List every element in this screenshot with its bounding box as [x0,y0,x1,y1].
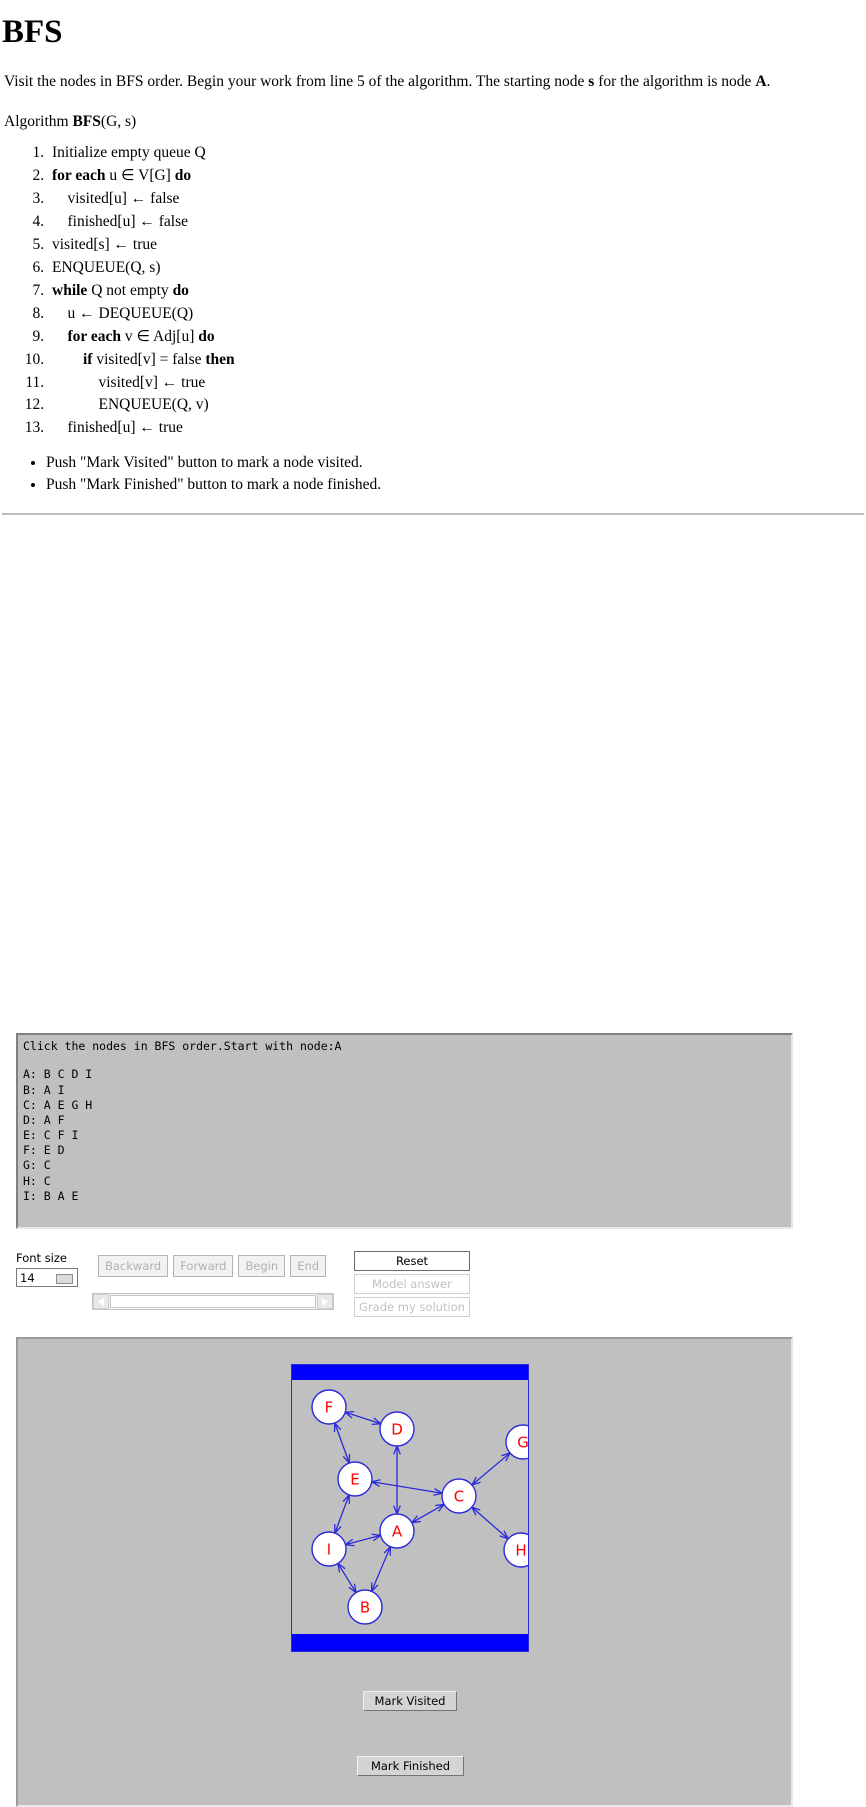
algorithm-name: BFS [72,113,101,130]
node-label: H [515,1542,526,1560]
node-label: C [454,1488,464,1506]
graph-node-F[interactable]: F [311,1389,347,1425]
algorithm-line: visited[s] ← true [48,235,866,255]
graph-edge [344,1411,382,1425]
status-header-text: Click the nodes in BFS order.Start with … [23,1039,342,1054]
nav-button-backward[interactable]: Backward [98,1255,169,1278]
node-label: B [360,1599,370,1617]
graph-edge [334,1494,350,1534]
nav-button-begin[interactable]: Begin [238,1255,286,1278]
node-label: A [392,1523,403,1541]
action-button-grade-my-solution[interactable]: Grade my solution [354,1297,470,1318]
algorithm-line: while Q not empty do [48,281,866,301]
graph-edge [334,1422,350,1464]
edge-arrowhead [348,1583,357,1595]
graph-node-B[interactable]: B [347,1589,383,1625]
action-button-reset[interactable]: Reset [354,1251,470,1272]
graph-node-E[interactable]: E [337,1461,373,1497]
algorithm-line: for each v ∈ Adj[u] do [48,327,866,347]
canvas-bottom-bar [292,1634,528,1652]
font-size-control: Font size 14 [16,1251,106,1288]
scrollbar-track[interactable] [110,1295,316,1309]
node-label: E [350,1471,359,1489]
graph-edge [337,1563,357,1594]
mark-finished-button[interactable]: Mark Finished [357,1756,464,1777]
instruction-note: Push "Mark Visited" button to mark a nod… [46,453,866,473]
algorithm-line: ENQUEUE(Q, v) [48,395,866,415]
scroll-right-arrow-icon[interactable] [317,1294,333,1310]
intro-part-1: Visit the nodes in BFS order. Begin your… [4,73,589,90]
algorithm-line: Initialize empty queue Q [48,143,866,163]
controls-row: Font size 14 Backward Forward Begin End Res… [0,1247,866,1327]
graph-panel: F D E G C H A I B Mark Visited Mark Finished [16,1337,793,1807]
font-size-select[interactable]: 14 [16,1268,78,1288]
adjacency-row: F: E D [23,1143,65,1158]
instruction-notes: Push "Mark Visited" button to mark a nod… [0,453,866,495]
adjacency-row: E: C F I [23,1128,79,1143]
start-node-name: A [755,73,767,90]
page-title: BFS [2,14,63,50]
nav-button-end[interactable]: End [290,1255,327,1278]
node-label: G [517,1434,528,1452]
graph-node-A[interactable]: A [379,1513,415,1549]
font-size-value: 14 [20,1270,35,1285]
algorithm-line: if visited[v] = false then [48,350,866,370]
dropdown-knob-icon[interactable] [56,1274,73,1285]
algorithm-line: for each u ∈ V[G] do [48,166,866,186]
animation-scrollbar[interactable] [92,1293,334,1311]
algorithm-line: finished[u] ← false [48,212,866,232]
bfs-exercise-page: BFS Visit the nodes in BFS order. Begin … [0,14,866,1807]
graph-edge [371,1481,443,1495]
algorithm-args: (G, s) [100,113,137,130]
edge-arrowhead [435,1503,446,1512]
mark-visited-button[interactable]: Mark Visited [363,1691,457,1712]
adjacency-row: G: C [23,1158,51,1173]
graph-edge [370,1546,392,1592]
graph-canvas[interactable]: F D E G C H A I B [291,1364,529,1653]
graph-edge [471,1452,511,1486]
node-label: I [327,1541,331,1559]
font-size-label: Font size [16,1251,67,1266]
adjacency-row: I: B A E [23,1188,79,1203]
action-button-model-answer[interactable]: Model answer [354,1274,470,1295]
algorithm-line: finished[u] ← true [48,418,866,438]
algorithm-line: u ← DEQUEUE(Q) [48,304,866,324]
graph-edge [411,1503,445,1524]
node-label: F [325,1399,334,1417]
algorithm-line: visited[u] ← false [48,189,866,209]
graph-node-C[interactable]: C [441,1478,477,1514]
algorithm-listing: Initialize empty queue Q for each u ∈ V[G… [0,143,866,439]
nav-button-forward[interactable]: Forward [173,1255,234,1278]
algorithm-prefix: Algorithm [4,113,73,130]
intro-text: Visit the nodes in BFS order. Begin your… [4,73,866,91]
edge-arrowhead [337,1562,346,1573]
graph-node-D[interactable]: D [379,1411,415,1447]
algorithm-line: visited[v] ← true [48,373,866,393]
adjacency-list: A: B C D I B: A I C: A E G H D: A F E: C F I… [23,1067,791,1204]
algorithm-line: ENQUEUE(Q, s) [48,258,866,278]
graph-edge [471,1506,509,1540]
navigation-buttons: Backward Forward Begin End [98,1255,331,1278]
graph-node-I[interactable]: I [311,1531,347,1567]
scroll-left-arrow-icon[interactable] [93,1294,109,1310]
intro-part-3: . [766,73,771,90]
node-label: D [391,1421,403,1439]
adjacency-row: B: A I [23,1082,65,1097]
algorithm-signature: Algorithm BFS(G, s) [4,113,866,131]
adjacency-row: H: C [23,1173,51,1188]
adjacency-row: D: A F [23,1112,65,1127]
action-buttons: Reset Model answer Grade my solution [354,1251,470,1320]
status-text-panel[interactable]: Click the nodes in BFS order.Start with … [16,1033,793,1230]
graph-drawing[interactable]: F D E G C H A I B [292,1365,528,1651]
instruction-note: Push "Mark Finished" button to mark a no… [46,475,866,495]
intro-part-2: for the algorithm is node [594,73,756,90]
adjacency-row: C: A E G H [23,1097,93,1112]
section-divider [2,513,864,516]
edge-arrowhead [410,1515,421,1524]
adjacency-row: A: B C D I [23,1067,93,1082]
